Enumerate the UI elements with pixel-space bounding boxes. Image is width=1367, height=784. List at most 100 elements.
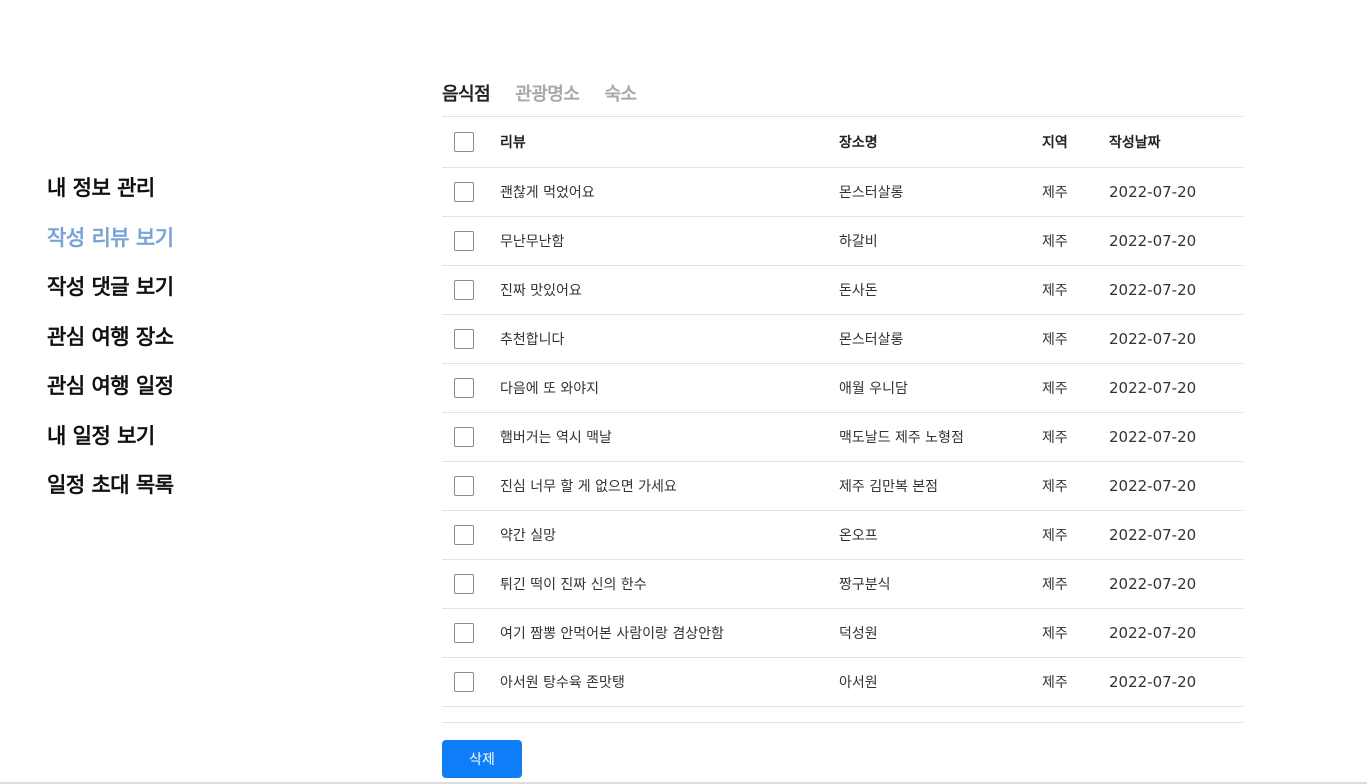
- place-name: 짱구분식: [839, 577, 891, 593]
- place-name: 몬스터살롱: [839, 332, 904, 348]
- review-date: 2022-07-20: [1109, 526, 1197, 544]
- row-check-cell: [442, 280, 500, 300]
- row-check-cell: [442, 574, 500, 594]
- review-text: 여기 짬뽕 안먹어본 사람이랑 겸상안함: [500, 626, 724, 642]
- place-name: 몬스터살롱: [839, 185, 904, 201]
- review-text: 다음에 또 와야지: [500, 381, 600, 397]
- region-text: 제주: [1042, 626, 1068, 642]
- review-text: 햄버거는 역시 맥날: [500, 430, 612, 446]
- review-text: 무난무난함: [500, 234, 565, 250]
- tab-2[interactable]: 관광명소: [515, 80, 580, 106]
- row-check-cell: [442, 623, 500, 643]
- place-name: 애월 우니담: [839, 381, 908, 397]
- review-table: 리뷰 장소명 지역 작성날짜 괜찮게 먹었어요 몬스터살롱 제주 2022-07-20…: [442, 116, 1243, 707]
- review-date: 2022-07-20: [1109, 379, 1197, 397]
- row-checkbox[interactable]: [454, 476, 474, 496]
- region-text: 제주: [1042, 283, 1068, 299]
- row-checkbox[interactable]: [454, 329, 474, 349]
- row-check-cell: [442, 672, 500, 692]
- table-row: 아서원 탕수육 존맛탱 아서원 제주 2022-07-20: [442, 658, 1243, 707]
- place-name: 온오프: [839, 528, 878, 544]
- row-check-cell: [442, 476, 500, 496]
- row-check-cell: [442, 329, 500, 349]
- row-check-cell: [442, 378, 500, 398]
- table-row: 햄버거는 역시 맥날 맥도날드 제주 노형점 제주 2022-07-20: [442, 413, 1243, 462]
- review-date: 2022-07-20: [1109, 575, 1197, 593]
- review-text: 진심 너무 할 게 없으면 가세요: [500, 479, 677, 495]
- row-checkbox[interactable]: [454, 525, 474, 545]
- table-row: 괜찮게 먹었어요 몬스터살롱 제주 2022-07-20: [442, 168, 1243, 217]
- table-row: 튀긴 떡이 진짜 신의 한수 짱구분식 제주 2022-07-20: [442, 560, 1243, 609]
- review-text: 추천합니다: [500, 332, 565, 348]
- table-header: 리뷰 장소명 지역 작성날짜: [442, 117, 1243, 168]
- region-text: 제주: [1042, 381, 1068, 397]
- column-header-review: 리뷰: [500, 135, 526, 151]
- table-bottom-divider: [442, 707, 1243, 723]
- sidebar-item-6[interactable]: 내 일정 보기: [47, 420, 327, 470]
- review-date: 2022-07-20: [1109, 183, 1197, 201]
- table-row: 진심 너무 할 게 없으면 가세요 제주 김만복 본점 제주 2022-07-20: [442, 462, 1243, 511]
- row-check-cell: [442, 427, 500, 447]
- table-row: 여기 짬뽕 안먹어본 사람이랑 겸상안함 덕성원 제주 2022-07-20: [442, 609, 1243, 658]
- review-date: 2022-07-20: [1109, 281, 1197, 299]
- review-text: 아서원 탕수육 존맛탱: [500, 675, 625, 691]
- category-tabs: 음식점 관광명소 숙소: [442, 70, 1243, 116]
- row-checkbox[interactable]: [454, 672, 474, 692]
- select-all-cell: [442, 132, 500, 152]
- table-row: 약간 실망 온오프 제주 2022-07-20: [442, 511, 1243, 560]
- review-date: 2022-07-20: [1109, 428, 1197, 446]
- tab-3[interactable]: 숙소: [604, 80, 637, 106]
- table-body: 괜찮게 먹었어요 몬스터살롱 제주 2022-07-20 무난무난함 하갈비 제주 2022-…: [442, 168, 1243, 707]
- place-name: 하갈비: [839, 234, 878, 250]
- sidebar-item-1[interactable]: 내 정보 관리: [47, 172, 327, 222]
- region-text: 제주: [1042, 234, 1068, 250]
- sidebar-item-7[interactable]: 일정 초대 목록: [47, 469, 327, 519]
- row-check-cell: [442, 231, 500, 251]
- region-text: 제주: [1042, 185, 1068, 201]
- region-text: 제주: [1042, 430, 1068, 446]
- sidebar-item-3[interactable]: 작성 댓글 보기: [47, 271, 327, 321]
- column-header-place: 장소명: [839, 135, 878, 151]
- place-name: 제주 김만복 본점: [839, 479, 939, 495]
- row-checkbox[interactable]: [454, 378, 474, 398]
- sidebar: 내 정보 관리 작성 리뷰 보기 작성 댓글 보기 관심 여행 장소 관심 여행 일정 내…: [47, 172, 327, 519]
- column-header-date: 작성날짜: [1109, 135, 1161, 151]
- table-row: 다음에 또 와야지 애월 우니담 제주 2022-07-20: [442, 364, 1243, 413]
- review-text: 괜찮게 먹었어요: [500, 185, 595, 201]
- main-content: 음식점 관광명소 숙소 리뷰 장소명 지역 작성날짜 괜찮게 먹었어요 몬스터살롱 제주…: [442, 70, 1243, 723]
- sidebar-item-5[interactable]: 관심 여행 일정: [47, 370, 327, 420]
- table-row: 추천합니다 몬스터살롱 제주 2022-07-20: [442, 315, 1243, 364]
- table-row: 진짜 맛있어요 돈사돈 제주 2022-07-20: [442, 266, 1243, 315]
- row-check-cell: [442, 182, 500, 202]
- region-text: 제주: [1042, 332, 1068, 348]
- sidebar-item-4[interactable]: 관심 여행 장소: [47, 321, 327, 371]
- row-checkbox[interactable]: [454, 280, 474, 300]
- review-text: 약간 실망: [500, 528, 556, 544]
- region-text: 제주: [1042, 528, 1068, 544]
- review-text: 진짜 맛있어요: [500, 283, 582, 299]
- row-checkbox[interactable]: [454, 427, 474, 447]
- region-text: 제주: [1042, 577, 1068, 593]
- sidebar-item-2[interactable]: 작성 리뷰 보기: [47, 222, 327, 272]
- review-date: 2022-07-20: [1109, 477, 1197, 495]
- place-name: 아서원: [839, 675, 878, 691]
- region-text: 제주: [1042, 479, 1068, 495]
- review-date: 2022-07-20: [1109, 330, 1197, 348]
- row-checkbox[interactable]: [454, 623, 474, 643]
- column-header-region: 지역: [1042, 135, 1068, 151]
- tab-1[interactable]: 음식점: [442, 80, 491, 106]
- row-checkbox[interactable]: [454, 231, 474, 251]
- row-check-cell: [442, 525, 500, 545]
- place-name: 맥도날드 제주 노형점: [839, 430, 964, 446]
- row-checkbox[interactable]: [454, 574, 474, 594]
- row-checkbox[interactable]: [454, 182, 474, 202]
- review-date: 2022-07-20: [1109, 624, 1197, 642]
- review-date: 2022-07-20: [1109, 232, 1197, 250]
- select-all-checkbox[interactable]: [454, 132, 474, 152]
- delete-button[interactable]: 삭제: [442, 740, 522, 778]
- table-row: 무난무난함 하갈비 제주 2022-07-20: [442, 217, 1243, 266]
- place-name: 덕성원: [839, 626, 878, 642]
- review-text: 튀긴 떡이 진짜 신의 한수: [500, 577, 647, 593]
- page: 내 정보 관리 작성 리뷰 보기 작성 댓글 보기 관심 여행 장소 관심 여행 일정 내…: [0, 0, 1367, 784]
- place-name: 돈사돈: [839, 283, 878, 299]
